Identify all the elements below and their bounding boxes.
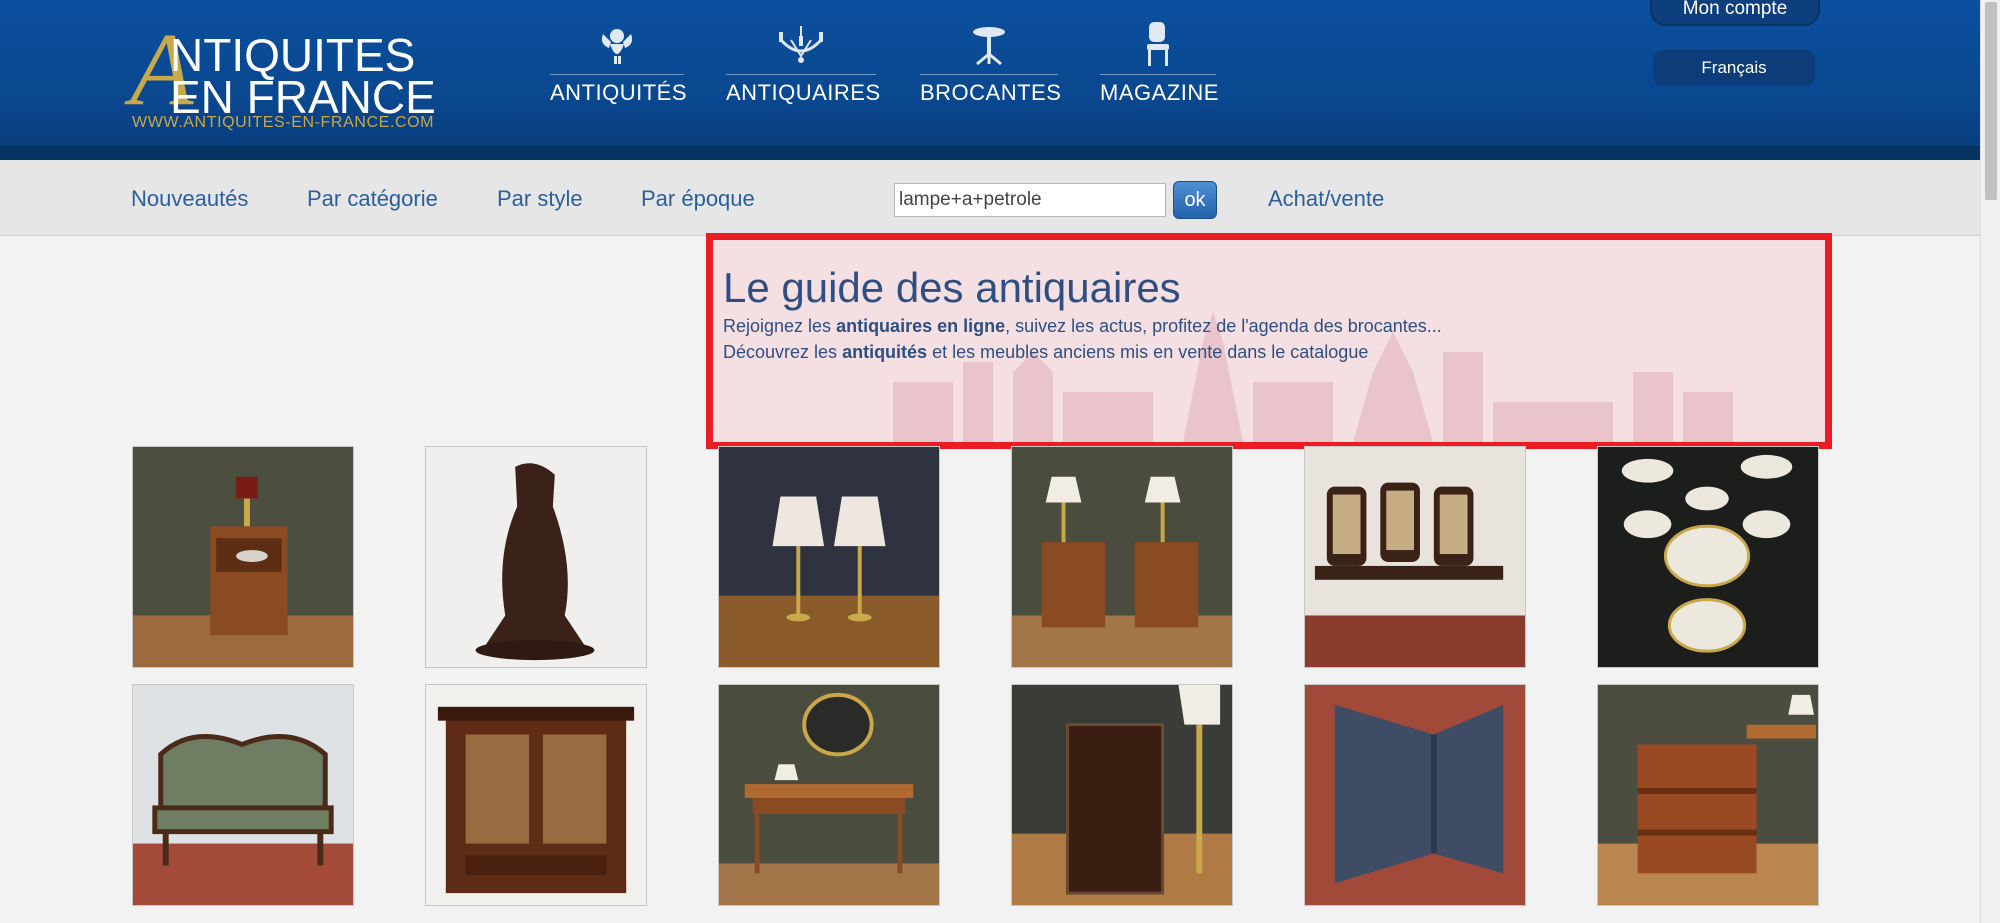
antiquites-link[interactable]: antiquités xyxy=(842,342,927,362)
revolving-bookcase-image xyxy=(1598,685,1818,905)
product-thumbnail[interactable] xyxy=(718,684,940,906)
porcelain-plates-image xyxy=(1598,447,1818,667)
guide-line-1-text: , suivez les actus, profitez de l'agenda… xyxy=(1005,316,1442,336)
guide-line-2-text: Découvrez les xyxy=(723,342,843,362)
bronze-statue-image xyxy=(426,447,646,667)
product-thumbnail[interactable] xyxy=(132,684,354,906)
product-thumbnail[interactable] xyxy=(1304,446,1526,668)
settee-image xyxy=(133,685,353,905)
nav-magazine[interactable]: MAGAZINE xyxy=(1100,20,1219,120)
nav-separator xyxy=(550,74,684,75)
nav-separator xyxy=(1100,74,1216,75)
nav-label: MAGAZINE xyxy=(1100,80,1219,105)
scrollbar-thumb[interactable] xyxy=(1985,2,1997,200)
logo-url: WWW.ANTIQUITES-EN-FRANCE.COM xyxy=(132,114,435,131)
writing-desk-image xyxy=(719,685,939,905)
nightstand-lamp-image xyxy=(133,447,353,667)
site-logo[interactable]: A NTIQUITES EN FRANCE WWW.ANTIQUITES-EN-… xyxy=(130,18,440,134)
guide-line-1-text: Rejoignez les xyxy=(723,316,837,336)
glass-cabinet-image xyxy=(426,685,646,905)
chandelier-icon xyxy=(726,20,876,66)
product-thumbnail[interactable] xyxy=(132,446,354,668)
nav-label: ANTIQUAIRES xyxy=(726,80,881,105)
subnav-par-epoque[interactable]: Par époque xyxy=(641,186,755,212)
product-thumbnail[interactable] xyxy=(718,446,940,668)
guide-banner: Le guide des antiquaires Rejoignez les a… xyxy=(706,233,1832,449)
pair-of-nightstands-image xyxy=(1012,447,1232,667)
product-thumbnail[interactable] xyxy=(1304,684,1526,906)
nav-antiquaires[interactable]: ANTIQUAIRES xyxy=(726,20,881,120)
nav-antiquites[interactable]: ANTIQUITÉS xyxy=(550,20,688,120)
cherub-icon xyxy=(550,20,684,66)
cane-chairs-image xyxy=(1305,447,1525,667)
subnav-achat-vente[interactable]: Achat/vente xyxy=(1268,186,1384,212)
antiquaires-en-ligne-link[interactable]: antiquaires en ligne xyxy=(836,316,1005,336)
nav-separator xyxy=(920,74,1058,75)
product-thumbnail[interactable] xyxy=(1011,446,1233,668)
language-button[interactable]: Français xyxy=(1653,50,1815,86)
product-thumbnail[interactable] xyxy=(425,684,647,906)
product-thumbnail[interactable] xyxy=(425,446,647,668)
product-thumbnail[interactable] xyxy=(1011,684,1233,906)
search-ok-button[interactable]: ok xyxy=(1173,181,1217,219)
nav-separator xyxy=(726,74,876,75)
product-thumbnail[interactable] xyxy=(1597,446,1819,668)
header-bottom-band xyxy=(0,146,1980,160)
velvet-fabric-image xyxy=(1305,685,1525,905)
guide-line-2-text: et les meubles anciens mis en vente dans… xyxy=(927,342,1369,362)
nav-brocantes[interactable]: BROCANTES xyxy=(920,20,1062,120)
search-input[interactable] xyxy=(894,183,1166,217)
pedestal-table-icon xyxy=(920,20,1058,66)
vertical-scrollbar[interactable] xyxy=(1980,0,2000,923)
account-button[interactable]: Mon compte xyxy=(1650,0,1820,26)
subnav-par-categorie[interactable]: Par catégorie xyxy=(307,186,438,212)
guide-line-2: Découvrez les antiquités et les meubles … xyxy=(723,342,1368,363)
product-thumbnail[interactable] xyxy=(1597,684,1819,906)
subnav-nouveautes[interactable]: Nouveautés xyxy=(131,186,248,212)
subnav-par-style[interactable]: Par style xyxy=(497,186,583,212)
guide-line-1: Rejoignez les antiquaires en ligne, suiv… xyxy=(723,316,1442,337)
guide-title: Le guide des antiquaires xyxy=(723,264,1181,311)
nav-label: BROCANTES xyxy=(920,80,1062,105)
table-lamps-image xyxy=(719,447,939,667)
leather-bin-lamp-image xyxy=(1012,685,1232,905)
chair-icon xyxy=(1100,20,1216,66)
nav-label: ANTIQUITÉS xyxy=(550,80,688,105)
